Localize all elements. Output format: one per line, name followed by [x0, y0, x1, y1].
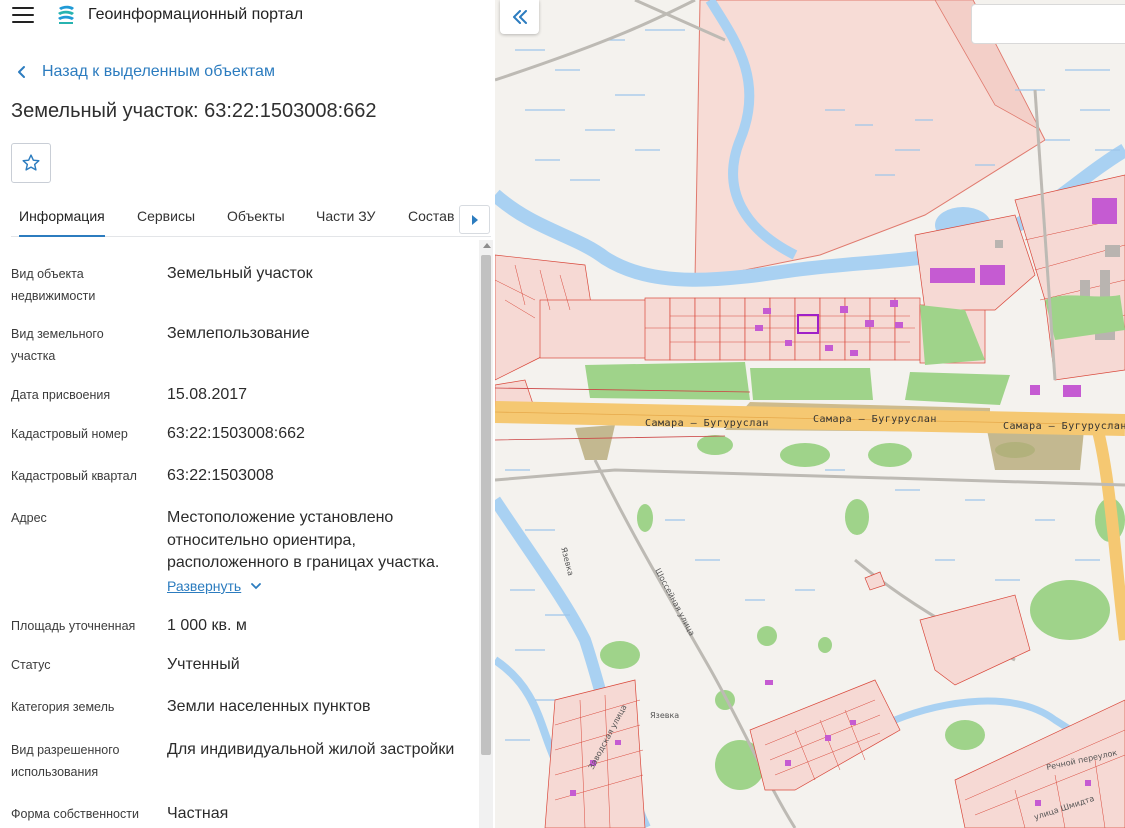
address-value: Местоположение установлено относительно … [167, 509, 440, 571]
map-search-input[interactable] [971, 4, 1125, 44]
favorite-button[interactable] [11, 143, 51, 183]
double-chevron-left-icon [512, 10, 527, 24]
property-value: Земли населенных пунктов [167, 698, 371, 715]
scroll-up-arrow-icon[interactable] [483, 243, 491, 248]
chevron-left-icon [18, 66, 25, 78]
hamburger-menu-icon[interactable] [12, 7, 34, 25]
chevron-down-icon [251, 582, 262, 589]
map-road-label: Самара — Бугуруслан [813, 414, 937, 425]
expand-address-link[interactable]: Развернуть [167, 578, 262, 594]
property-value: Частная [167, 805, 229, 822]
property-label: Статус [11, 658, 51, 672]
top-bar: Геоинформационный портал [0, 0, 495, 32]
tab-bar: Информация Сервисы Объекты Части ЗУ Сост… [11, 199, 491, 237]
expand-row: Развернуть [11, 578, 476, 600]
property-label: Вид разрешенного использования [11, 743, 120, 779]
property-label: Кадастровый квартал [11, 469, 137, 483]
map-road-label: Самара — Бугуруслан [645, 418, 769, 429]
property-value: 15.08.2017 [167, 386, 248, 403]
property-value: 63:22:1503008 [167, 467, 274, 484]
collapse-panel-button[interactable] [500, 0, 539, 34]
page-title: Земельный участок: 63:22:1503008:662 [11, 100, 377, 122]
expand-address-label: Развернуть [167, 578, 242, 594]
portal-logo-icon [58, 5, 74, 24]
tab-services[interactable]: Сервисы [137, 199, 195, 237]
property-label: Категория земель [11, 700, 115, 714]
tab-information[interactable]: Информация [19, 199, 105, 237]
property-label: Форма собственности [11, 807, 139, 821]
triangle-right-icon [471, 214, 478, 225]
property-label: Площадь уточненная [11, 619, 136, 633]
tab-objects[interactable]: Объекты [227, 199, 285, 237]
portal-title: Геоинформационный портал [88, 6, 304, 23]
property-label: Кадастровый номер [11, 427, 128, 441]
property-value: Для индивидуальной жилой застройки [167, 741, 455, 758]
property-value: 63:22:1503008:662 [167, 425, 305, 442]
property-value: Учтенный [167, 656, 240, 673]
info-panel: Геоинформационный портал Назад к выделен… [0, 0, 495, 828]
back-link-label: Назад к выделенным объектам [42, 63, 275, 80]
property-label: Вид земельного участка [11, 327, 104, 363]
property-value: 1 000 кв. м [167, 617, 247, 634]
map-view[interactable]: Самара — Бугуруслан Самара — Бугуруслан … [495, 0, 1125, 828]
scrollbar-thumb[interactable] [481, 255, 491, 755]
tabs-scroll-right-button[interactable] [459, 205, 490, 234]
star-outline-icon [22, 154, 40, 171]
map-canvas[interactable]: Самара — Бугуруслан Самара — Бугуруслан … [495, 0, 1125, 828]
app-window: Самара — Бугуруслан Самара — Бугуруслан … [0, 0, 1125, 828]
property-value: Земельный участок [167, 265, 313, 282]
property-label: Адрес [11, 511, 47, 525]
tab-parts[interactable]: Части ЗУ [316, 199, 375, 237]
property-label: Дата присвоения [11, 388, 111, 402]
tab-composition[interactable]: Состав [408, 199, 454, 237]
property-value: Землепользование [167, 325, 310, 342]
property-label: Вид объекта недвижимости [11, 267, 96, 303]
map-road-label: Самара — Бугуруслан [1003, 421, 1125, 432]
back-link[interactable]: Назад к выделенным объектам [16, 61, 275, 83]
map-street-label: Язевка [650, 711, 679, 720]
